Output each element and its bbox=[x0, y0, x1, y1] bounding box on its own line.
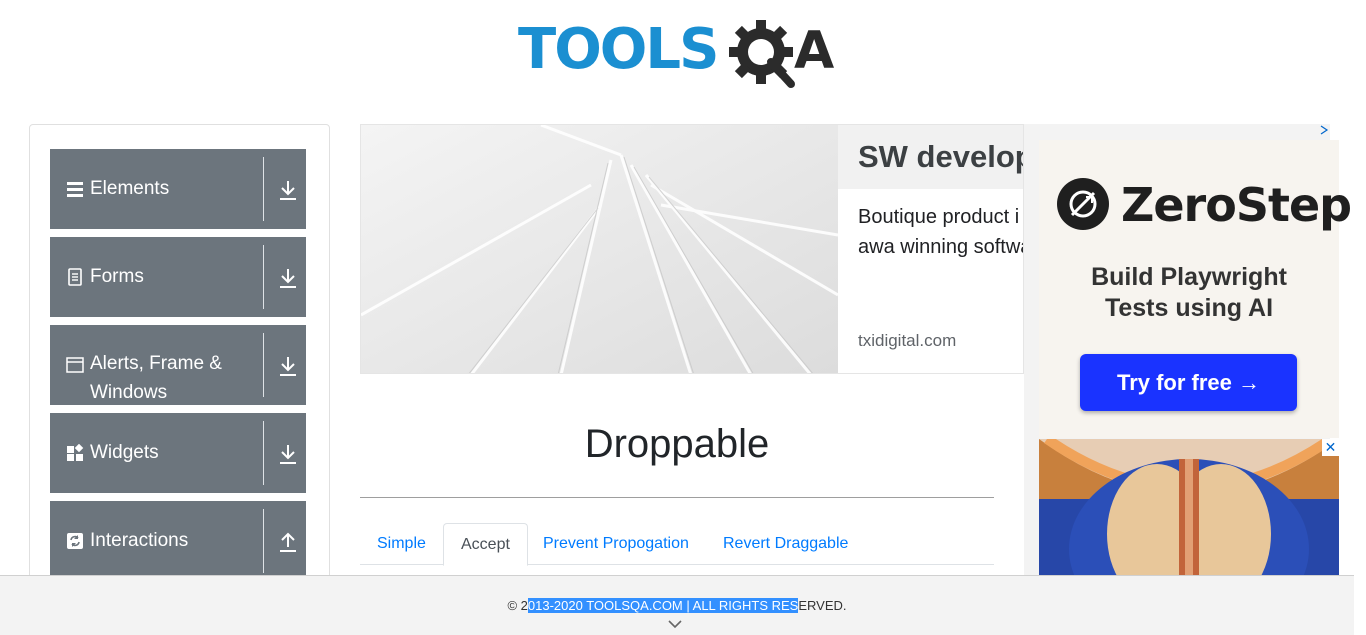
sidebar-group-label: Interactions bbox=[90, 530, 189, 551]
sidebar-group-forms[interactable]: Forms bbox=[50, 237, 306, 317]
header: TOOLS A bbox=[0, 0, 1366, 110]
scrollbar[interactable] bbox=[1354, 0, 1366, 635]
tab-accept[interactable]: Accept bbox=[443, 523, 528, 566]
divider bbox=[263, 421, 264, 485]
document-icon bbox=[68, 268, 82, 286]
sidebar-group-label: Forms bbox=[90, 266, 144, 287]
copyright-prefix: © 2 bbox=[507, 598, 528, 613]
zerostep-brand: ZeroStep bbox=[1121, 178, 1352, 232]
toolsqa-logo[interactable]: TOOLS A bbox=[518, 16, 840, 90]
medical-ad-image bbox=[1039, 439, 1339, 575]
banner-ad-image bbox=[361, 125, 838, 373]
divider bbox=[263, 157, 264, 221]
sidebar-group-label: Elements bbox=[90, 178, 170, 199]
sidebar-group-widgets[interactable]: Widgets bbox=[50, 413, 306, 493]
sidebar-group-label: Widgets bbox=[90, 442, 159, 463]
download-arrow-icon[interactable] bbox=[278, 267, 298, 289]
banner-ad-title[interactable]: SW develop bbox=[858, 139, 1023, 175]
sidebar-group-elements[interactable]: Elements bbox=[50, 149, 306, 229]
try-for-free-button[interactable]: Try for free → bbox=[1080, 354, 1297, 411]
sidebar-group-alerts-frame-windows[interactable]: Alerts, Frame & Windows bbox=[50, 325, 306, 405]
sidebar-group-label: Alerts, Frame & Windows bbox=[90, 353, 222, 403]
medical-ad[interactable] bbox=[1039, 439, 1339, 575]
gear-magnifier-logo-icon bbox=[729, 20, 795, 88]
tab-simple[interactable]: Simple bbox=[360, 523, 443, 565]
chevron-down-icon[interactable] bbox=[667, 618, 683, 630]
divider bbox=[263, 333, 264, 397]
copyright-suffix: ERVED. bbox=[798, 598, 847, 613]
tab-revert-draggable[interactable]: Revert Draggable bbox=[706, 523, 865, 565]
copyright-text: © 2013-2020 TOOLSQA.COM | ALL RIGHTS RES… bbox=[0, 598, 1354, 613]
zerostep-logo-icon bbox=[1057, 178, 1109, 230]
title-divider bbox=[360, 497, 994, 498]
zerostep-ad[interactable]: ZeroStep Build Playwright Tests using AI… bbox=[1039, 140, 1352, 438]
logo-text-tools: TOOLS bbox=[518, 17, 717, 82]
banner-ad-domain[interactable]: txidigital.com bbox=[858, 331, 956, 351]
droppable-tabs: Simple Accept Prevent Propogation Revert… bbox=[360, 523, 994, 566]
copyright-selected: 013-2020 TOOLSQA.COM | ALL RIGHTS RES bbox=[527, 598, 799, 613]
banner-ad-description: Boutique product i firm delivering awa w… bbox=[858, 206, 1023, 258]
download-arrow-icon[interactable] bbox=[278, 179, 298, 201]
logo-text-a: A bbox=[794, 21, 834, 81]
widgets-icon bbox=[67, 444, 84, 461]
sidebar-group-interactions[interactable]: Interactions bbox=[50, 501, 306, 581]
refresh-icon bbox=[67, 533, 83, 549]
zerostep-headline: Build Playwright Tests using AI bbox=[1039, 262, 1339, 324]
hamburger-icon bbox=[67, 182, 83, 197]
ad-info-icon[interactable] bbox=[1318, 124, 1330, 136]
footer: © 2013-2020 TOOLSQA.COM | ALL RIGHTS RES… bbox=[0, 575, 1354, 635]
headline-line-1: Build Playwright bbox=[1091, 263, 1287, 291]
tab-prevent-propogation[interactable]: Prevent Propogation bbox=[526, 523, 706, 565]
close-ad-icon[interactable]: ✕ bbox=[1322, 439, 1339, 456]
download-arrow-icon[interactable] bbox=[278, 443, 298, 465]
window-icon bbox=[66, 357, 84, 373]
upload-arrow-icon[interactable] bbox=[278, 531, 298, 553]
divider bbox=[263, 509, 264, 573]
sidebar: Elements Forms Alerts, Frame & Windows W… bbox=[29, 124, 330, 594]
headline-line-2: Tests using AI bbox=[1104, 294, 1274, 322]
banner-ad[interactable]: SW develop Boutique product i firm deliv… bbox=[360, 124, 1024, 374]
download-arrow-icon[interactable] bbox=[278, 355, 298, 377]
divider bbox=[263, 245, 264, 309]
page-title: Droppable bbox=[584, 422, 770, 466]
